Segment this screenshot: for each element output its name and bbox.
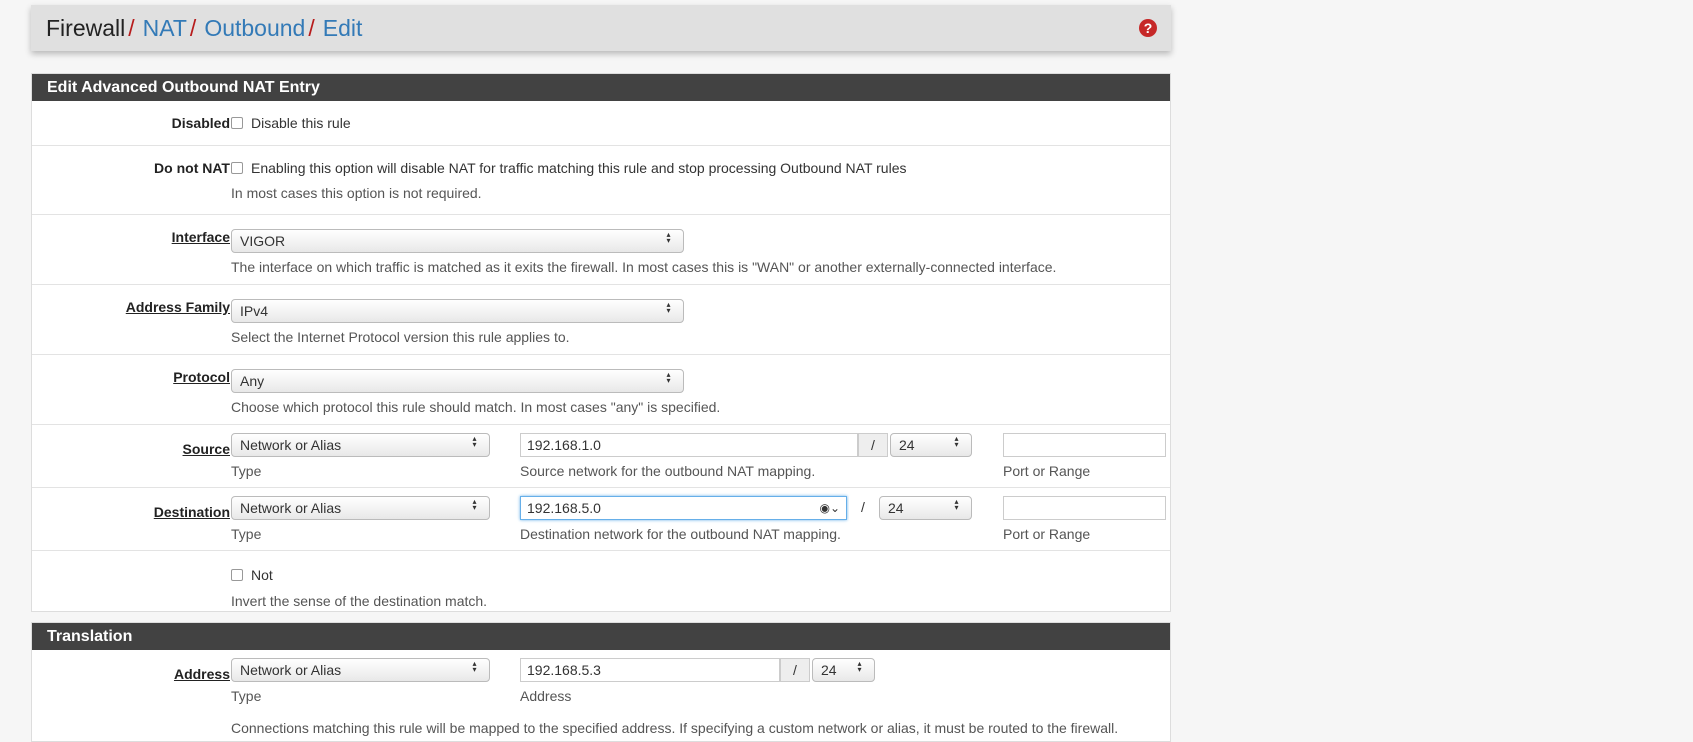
- breadcrumb-outbound[interactable]: Outbound: [204, 15, 305, 42]
- checkbox[interactable]: [231, 117, 243, 129]
- source-address-input[interactable]: 192.168.1.0: [520, 433, 858, 457]
- label-address-family: Address Family: [125, 299, 230, 315]
- disable-rule-checkbox[interactable]: Disable this rule: [231, 115, 351, 131]
- panel-title: Edit Advanced Outbound NAT Entry: [32, 74, 1170, 101]
- row-interface: Interface VIGOR The interface on which t…: [32, 215, 1170, 285]
- row-destination: Destination Network or Alias 192.168.5.0…: [32, 488, 1170, 551]
- label-nonat: Do not NAT: [154, 160, 230, 176]
- label-destination: Destination: [153, 504, 230, 520]
- address-family-select[interactable]: IPv4: [231, 299, 684, 323]
- not-checkbox[interactable]: Not: [231, 567, 273, 583]
- row-not: Not Invert the sense of the destination …: [32, 551, 1170, 619]
- row-address-family: Address Family IPv4 Select the Internet …: [32, 285, 1170, 355]
- row-disabled: Disabled Disable this rule: [32, 101, 1170, 146]
- checkbox[interactable]: [231, 569, 243, 581]
- help-text: Type: [231, 688, 262, 704]
- separator: /: [128, 14, 135, 41]
- row-source: Source Network or Alias 192.168.1.0 / 24…: [32, 425, 1170, 488]
- help-text: Port or Range: [1003, 463, 1091, 479]
- destination-address-input[interactable]: 192.168.5.0 ◉⌄: [520, 496, 847, 520]
- help-text: Type: [231, 463, 262, 479]
- source-cidr-select[interactable]: 24: [890, 433, 972, 457]
- separator: /: [189, 14, 197, 41]
- translation-cidr-select[interactable]: 24: [812, 658, 875, 682]
- row-protocol: Protocol Any Choose which protocol this …: [32, 355, 1170, 425]
- cidr-separator: /: [780, 658, 810, 682]
- source-type-select[interactable]: Network or Alias: [231, 433, 490, 457]
- separator: /: [308, 14, 315, 41]
- help-text: Invert the sense of the destination matc…: [231, 593, 488, 609]
- no-nat-checkbox[interactable]: Enabling this option will disable NAT fo…: [231, 160, 907, 176]
- breadcrumb-nat[interactable]: NAT: [143, 15, 187, 42]
- protocol-select[interactable]: Any: [231, 369, 684, 393]
- help-text: Select the Internet Protocol version thi…: [231, 329, 570, 345]
- help-text: Destination network for the outbound NAT…: [520, 526, 841, 542]
- panel-title: Translation: [32, 623, 1170, 650]
- help-text: The interface on which traffic is matche…: [231, 259, 1057, 275]
- help-text: Choose which protocol this rule should m…: [231, 399, 721, 415]
- breadcrumb-firewall: Firewall: [46, 14, 126, 41]
- translation-type-select[interactable]: Network or Alias: [231, 658, 490, 682]
- label-source: Source: [182, 441, 230, 457]
- interface-select[interactable]: VIGOR: [231, 229, 684, 253]
- help-text: Connections matching this rule will be m…: [231, 720, 1119, 736]
- breadcrumb: Firewall / NAT / Outbound / Edit ?: [31, 5, 1171, 51]
- edit-nat-panel: Edit Advanced Outbound NAT Entry Disable…: [31, 73, 1171, 612]
- autofill-contact-icon[interactable]: ◉⌄: [819, 497, 840, 519]
- translation-address-input[interactable]: 192.168.5.3: [520, 658, 780, 682]
- destination-port-input[interactable]: [1003, 496, 1166, 520]
- help-text: Address: [520, 688, 572, 704]
- translation-panel: Translation Address Network or Alias 192…: [31, 622, 1171, 742]
- label-interface: Interface: [171, 229, 230, 245]
- label-protocol: Protocol: [173, 369, 230, 385]
- label-address: Address: [173, 666, 230, 682]
- cidr-separator: /: [849, 496, 877, 520]
- destination-cidr-select[interactable]: 24: [879, 496, 972, 520]
- checkbox-label: Enabling this option will disable NAT fo…: [251, 160, 907, 176]
- help-text: In most cases this option is not require…: [231, 185, 482, 201]
- checkbox[interactable]: [231, 162, 243, 174]
- input-value: 192.168.5.0: [527, 500, 601, 516]
- breadcrumb-edit[interactable]: Edit: [323, 15, 363, 42]
- help-text: Port or Range: [1003, 526, 1091, 542]
- help-text: Type: [231, 526, 262, 542]
- destination-type-select[interactable]: Network or Alias: [231, 496, 490, 520]
- question-circle-icon[interactable]: ?: [1139, 19, 1157, 37]
- source-port-input[interactable]: [1003, 433, 1166, 457]
- checkbox-label: Disable this rule: [251, 115, 351, 131]
- help-text: Source network for the outbound NAT mapp…: [520, 463, 816, 479]
- checkbox-label: Not: [251, 567, 273, 583]
- row-nonat: Do not NAT Enabling this option will dis…: [32, 146, 1170, 215]
- cidr-separator: /: [858, 433, 888, 457]
- label-disabled: Disabled: [171, 115, 230, 131]
